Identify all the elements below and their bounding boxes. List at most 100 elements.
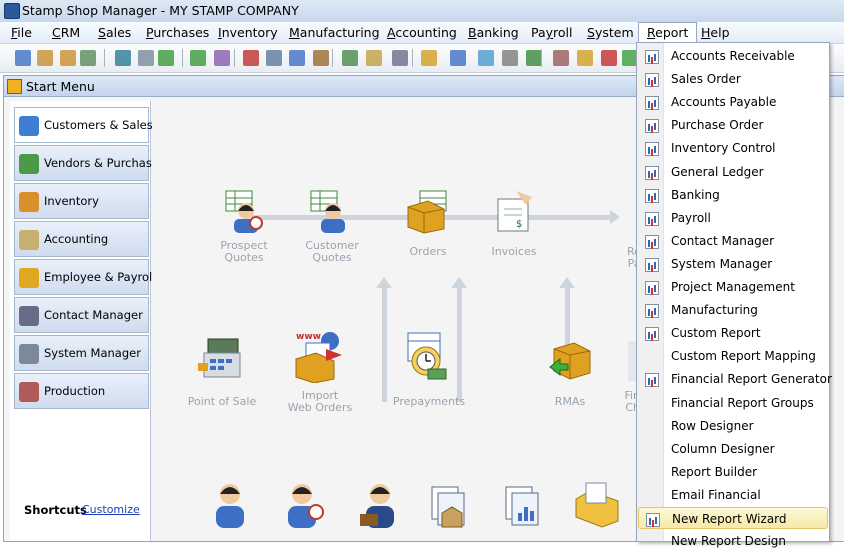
- toolbar-button-icon[interactable]: [342, 50, 358, 66]
- report-menu-item-new-report-wizard[interactable]: New Report Wizard: [638, 507, 828, 529]
- menu-manufacturing[interactable]: Manufacturing: [289, 25, 380, 40]
- menu-inventory[interactable]: Inventory: [218, 25, 278, 40]
- report-menu-item-column-designer[interactable]: Column Designer: [638, 438, 828, 460]
- nav-system-manager[interactable]: System Manager: [14, 335, 149, 371]
- toolbar-button-icon[interactable]: [289, 50, 305, 66]
- customer-quotes-icon[interactable]: [309, 189, 351, 235]
- report-menu-item-contact-manager[interactable]: Contact Manager: [638, 230, 828, 252]
- report-menu-dropdown: Accounts Receivable Sales Order Accounts P…: [636, 42, 832, 548]
- toolbar-button-icon[interactable]: [37, 50, 53, 66]
- toolbar-button-icon[interactable]: [138, 50, 154, 66]
- report-menu-item-banking[interactable]: Banking: [638, 184, 828, 206]
- report-chart-icon: [645, 188, 659, 203]
- toolbar-button-icon[interactable]: [526, 50, 542, 66]
- report-menu-item-project-management[interactable]: Project Management: [638, 276, 828, 298]
- menu-crm[interactable]: CRM: [52, 25, 80, 40]
- prepayments-label[interactable]: Prepayments: [384, 396, 474, 408]
- menu-accounting[interactable]: Accounting: [387, 25, 457, 40]
- report-menu-item-label: Accounts Receivable: [671, 49, 795, 63]
- menu-banking[interactable]: Banking: [468, 25, 519, 40]
- report-menu-item-sales-order[interactable]: Sales Order: [638, 68, 828, 90]
- reports-icon[interactable]: [500, 483, 548, 531]
- import-web-orders-icon[interactable]: www: [292, 329, 346, 384]
- report-menu-item-system-manager[interactable]: System Manager: [638, 253, 828, 275]
- report-menu-item-label: New Report Design: [671, 534, 787, 549]
- report-menu-item-accounts-receivable[interactable]: Accounts Receivable: [638, 45, 828, 67]
- customize-link[interactable]: Customize: [82, 503, 140, 516]
- menu-report[interactable]: Report: [638, 22, 698, 43]
- report-menu-item-general-ledger[interactable]: General Ledger: [638, 161, 828, 183]
- report-menu-item-report-builder[interactable]: Report Builder: [638, 461, 828, 483]
- nav-label: Inventory: [44, 194, 99, 208]
- toolbar-button-icon[interactable]: [243, 50, 259, 66]
- toolbar-button-icon[interactable]: [392, 50, 408, 66]
- report-menu-item-custom-report[interactable]: Custom Report: [638, 322, 828, 344]
- toolbar-button-icon[interactable]: [190, 50, 206, 66]
- toolbar-separator: [234, 49, 235, 67]
- report-menu-item-accounts-payable[interactable]: Accounts Payable: [638, 91, 828, 113]
- toolbar-button-icon[interactable]: [15, 50, 31, 66]
- report-menu-item-label: Custom Report Mapping: [671, 349, 816, 364]
- menu-system[interactable]: System: [587, 25, 634, 40]
- toolbar-button-icon[interactable]: [553, 50, 569, 66]
- report-menu-item-payroll[interactable]: Payroll: [638, 207, 828, 229]
- invoices-icon[interactable]: $: [492, 189, 536, 235]
- import-web-orders-label[interactable]: Import Web Orders: [280, 390, 360, 414]
- menu-payroll[interactable]: Payroll: [531, 25, 573, 40]
- rma-icon[interactable]: [548, 337, 594, 383]
- menu-sales[interactable]: Sales: [98, 25, 131, 40]
- toolbar-button-icon[interactable]: [313, 50, 329, 66]
- toolbar-button-icon[interactable]: [158, 50, 174, 66]
- finance-charges-label[interactable]: Fin Ch: [598, 390, 640, 414]
- customer-icon[interactable]: [208, 480, 252, 530]
- report-chart-icon: [646, 513, 660, 527]
- prepayments-icon[interactable]: [400, 331, 450, 383]
- toolbar-button-icon[interactable]: [577, 50, 593, 66]
- prospect-icon[interactable]: [282, 480, 326, 530]
- toolbar-button-icon[interactable]: [80, 50, 96, 66]
- report-chart-icon: [645, 119, 659, 134]
- report-menu-item-purchase-order[interactable]: Purchase Order: [638, 114, 828, 136]
- report-menu-item-row-designer[interactable]: Row Designer: [638, 415, 828, 437]
- toolbar-button-icon[interactable]: [115, 50, 131, 66]
- toolbar-button-icon[interactable]: [478, 50, 494, 66]
- report-menu-item-inventory-control[interactable]: Inventory Control: [638, 137, 828, 159]
- nav-vendors-purchasing[interactable]: Vendors & Purchasing: [14, 145, 170, 181]
- report-menu-item-new-report-design[interactable]: New Report Design: [638, 530, 828, 552]
- toolbar-button-icon[interactable]: [450, 50, 466, 66]
- report-menu-item-custom-report-mapping[interactable]: Custom Report Mapping: [638, 345, 828, 367]
- nav-contact-manager[interactable]: Contact Manager: [14, 297, 149, 333]
- customer-quotes-label[interactable]: Customer Quotes: [292, 240, 372, 264]
- report-menu-item-label: Column Designer: [671, 441, 775, 456]
- menu-file[interactable]: File: [11, 25, 32, 40]
- nav-employee-payroll[interactable]: Employee & Payroll: [14, 259, 155, 295]
- salesperson-icon[interactable]: [356, 480, 404, 530]
- report-menu-item-financial-report-groups[interactable]: Financial Report Groups: [638, 392, 828, 414]
- menu-purchases[interactable]: Purchases: [146, 25, 209, 40]
- report-menu-item-email-financial[interactable]: Email Financial: [638, 484, 828, 506]
- documents-icon[interactable]: [424, 483, 472, 531]
- toolbar-button-icon[interactable]: [502, 50, 518, 66]
- report-menu-item-label: Row Designer: [671, 418, 754, 433]
- toolbar-button-icon[interactable]: [266, 50, 282, 66]
- toolbar-button-icon[interactable]: [421, 50, 437, 66]
- menu-help[interactable]: Help: [701, 25, 730, 40]
- toolbar-button-icon[interactable]: [601, 50, 617, 66]
- orders-label[interactable]: Orders: [388, 246, 468, 258]
- prospect-quotes-icon[interactable]: [224, 189, 266, 235]
- nav-inventory[interactable]: Inventory: [14, 183, 149, 219]
- folder-icon[interactable]: [572, 481, 622, 529]
- orders-icon[interactable]: [404, 189, 452, 235]
- nav-accounting[interactable]: Accounting: [14, 221, 149, 257]
- report-menu-item-manufacturing[interactable]: Manufacturing: [638, 299, 828, 321]
- point-of-sale-label[interactable]: Point of Sale: [182, 396, 262, 408]
- prospect-quotes-label[interactable]: Prospect Quotes: [204, 240, 284, 264]
- toolbar-button-icon[interactable]: [366, 50, 382, 66]
- invoices-label[interactable]: Invoices: [474, 246, 554, 258]
- nav-customers-sales[interactable]: Customers & Sales: [14, 107, 153, 143]
- report-menu-item-financial-report-generator[interactable]: Financial Report Generator: [638, 368, 832, 390]
- toolbar-button-icon[interactable]: [60, 50, 76, 66]
- toolbar-button-icon[interactable]: [214, 50, 230, 66]
- nav-production[interactable]: Production: [14, 373, 149, 409]
- point-of-sale-icon[interactable]: [196, 333, 246, 383]
